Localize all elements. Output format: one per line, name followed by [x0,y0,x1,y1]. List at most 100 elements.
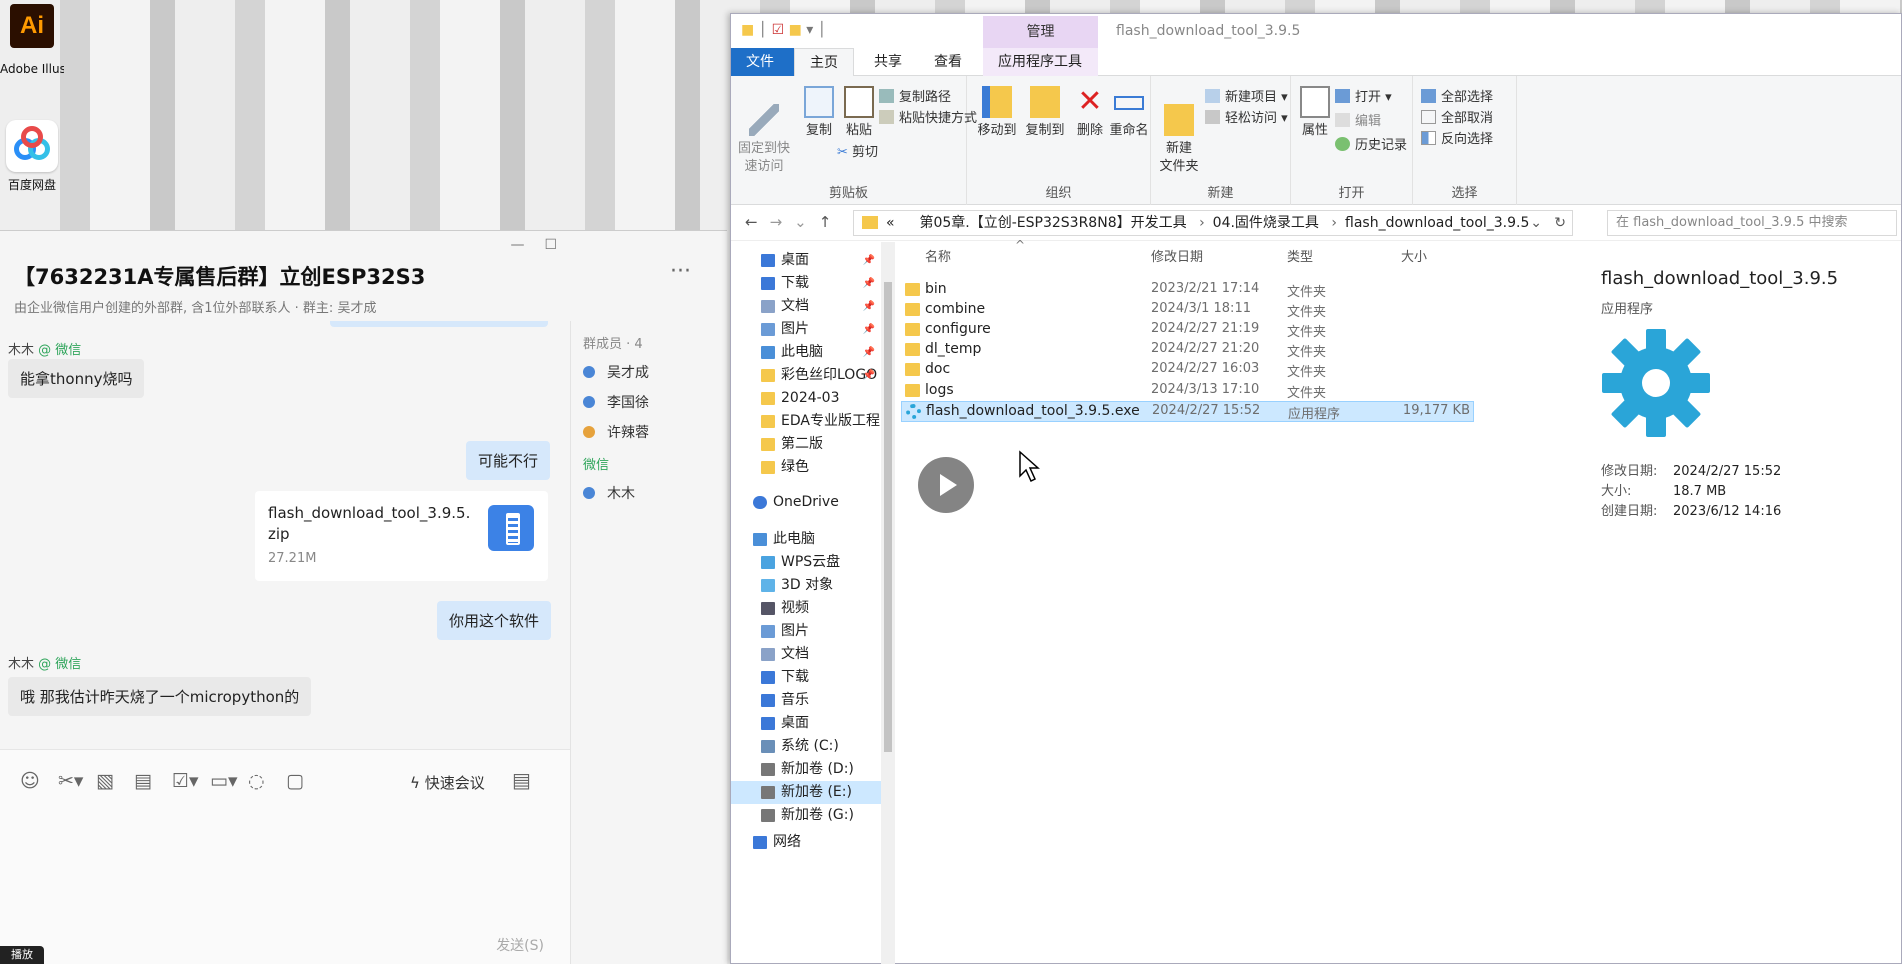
play-label[interactable]: 播放 [0,946,44,964]
nav-quick-access-item[interactable]: 下载 📌 [731,272,881,295]
nav-quick-access-item[interactable]: 此电脑 📌 [731,341,881,364]
breadcrumb-item[interactable]: 第05章.【立创-ESP32S3R8N8】开发工具 [919,215,1186,231]
calendar-icon[interactable]: ☑▾ [172,770,210,792]
search-input[interactable]: 在 flash_download_tool_3.9.5 中搜索 [1607,210,1897,236]
back-arrow-icon[interactable]: ← [745,213,770,231]
copy-path-button[interactable]: 复制路径 [879,86,951,105]
nav-quick-access-item[interactable]: 2024-03 [731,387,881,410]
breadcrumb-overflow[interactable]: « [886,215,895,231]
image-icon[interactable]: ▧ [96,770,134,792]
history-button[interactable]: 历史记录 [1335,134,1407,153]
nav-this-pc-item[interactable]: 新加卷 (G:) [731,804,881,827]
nav-this-pc-item[interactable]: 系统 (C:) [731,735,881,758]
baidu-netdisk-desktop-icon[interactable]: 百度网盘 [0,120,64,193]
open-button[interactable]: 打开 ▾ [1335,86,1392,105]
more-icon[interactable]: ◌ [248,770,286,792]
member-item[interactable]: 李国徐 [583,392,715,412]
nav-scrollbar[interactable] [881,242,895,964]
breadcrumb-item[interactable]: 04.固件烧录工具 [1213,215,1319,231]
nav-this-pc-item[interactable]: WPS云盘 [731,551,881,574]
message-bubble[interactable]: 哦 那我估计昨天烧了一个micropython的 [8,677,312,716]
chat-window-controls[interactable]: —☐ [510,237,577,253]
rename-button[interactable]: 重命名 [1107,86,1151,140]
message-bubble[interactable]: 能拿thonny烧吗 [8,359,145,398]
tab-app-tools[interactable]: 应用程序工具 [983,48,1098,76]
pin-quick-access-button[interactable]: 固定到快 速访问 [735,86,793,176]
nav-this-pc-item[interactable]: 文档 [731,643,881,666]
copy-button[interactable]: 复制 [797,86,841,140]
nav-quick-access-item[interactable]: 桌面 📌 [731,249,881,272]
nav-quick-access-item[interactable]: 文档 📌 [731,295,881,318]
nav-this-pc-item[interactable]: 桌面 [731,712,881,735]
new-folder-button[interactable]: 新建 文件夹 [1157,86,1201,176]
file-attachment-card[interactable]: flash_download_tool_3.9.5.zip 27.21M [255,491,548,581]
illustrator-desktop-icon[interactable]: Ai Adobe Illustrato... [0,4,64,76]
column-name-header[interactable]: 名称 [925,242,951,274]
new-item-button[interactable]: 新建项目 ▾ [1205,86,1288,105]
tab-share[interactable]: 共享 [859,48,917,76]
new-folder-icon[interactable]: ■ [789,22,802,38]
select-none-button[interactable]: 全部取消 [1421,107,1493,126]
breadcrumb-item[interactable]: flash_download_tool_3.9.5 [1345,215,1529,231]
nav-network[interactable]: 网络 [731,831,881,854]
nav-this-pc-item[interactable]: 新加卷 (D:) [731,758,881,781]
document-icon[interactable]: ▤ [134,770,172,792]
nav-this-pc-item[interactable]: 视频 [731,597,881,620]
copy-to-button[interactable]: 复制到 [1023,86,1067,140]
message-bubble[interactable]: 可能不行 [466,441,551,480]
nav-this-pc-item[interactable]: 新加卷 (E:) [731,781,881,804]
history-icon[interactable]: ▤ [512,768,531,792]
nav-this-pc-item[interactable]: 音乐 [731,689,881,712]
nav-quick-access-item[interactable]: 彩色丝印LOGO 📌 [731,364,881,387]
quick-meeting-button[interactable]: ϟ 快速会议 [410,772,485,793]
file-row[interactable]: dl_temp 2024/2/27 21:20 文件夹 [901,340,1474,361]
file-row[interactable]: logs 2024/3/13 17:10 文件夹 [901,381,1474,402]
file-row[interactable]: doc 2024/2/27 16:03 文件夹 [901,360,1474,381]
cut-button[interactable]: ✂ 剪切 [837,141,878,160]
refresh-icon[interactable]: ↻ [1554,211,1566,235]
recent-dropdown-icon[interactable]: ⌄ [794,213,819,231]
move-to-button[interactable]: 移动到 [975,86,1019,140]
send-button[interactable]: 发送(S) [496,935,544,955]
emoji-icon[interactable]: ☺ [20,770,58,792]
paste-button[interactable]: 粘贴 [837,86,881,140]
folder-icon[interactable]: ▭▾ [210,770,248,792]
checkbox-icon[interactable]: ☑ [772,22,785,38]
edit-button[interactable]: 编辑 [1335,110,1381,129]
member-item[interactable]: 吴才成 [583,362,715,382]
member-item[interactable]: 许辣蓉 [583,422,715,442]
manage-context-tab[interactable]: 管理 [983,16,1098,48]
nav-quick-access-item[interactable]: EDA专业版工程 [731,410,881,433]
tab-home[interactable]: 主页 [794,48,854,77]
file-row[interactable]: flash_download_tool_3.9.5.exe 2024/2/27 1… [901,400,1474,422]
member-item[interactable]: 木木 [583,483,715,503]
file-row[interactable]: combine 2024/3/1 18:11 文件夹 [901,300,1474,321]
address-bar[interactable]: « 第05章.【立创-ESP32S3R8N8】开发工具 › 04.固件烧录工具 ›… [853,210,1573,236]
select-all-button[interactable]: 全部选择 [1421,86,1493,105]
message-input-area[interactable]: ☺ ✂▾ ▧ ▤ ☑▾ ▭▾ ◌ ▢ ϟ 快速会议 ▤ 发送(S) [0,749,570,964]
quick-access-toolbar[interactable]: ■ │ ☑ ■ ▾ │ [741,22,826,38]
nav-this-pc-item[interactable]: 图片 [731,620,881,643]
nav-onedrive[interactable]: OneDrive [731,491,881,514]
more-options-icon[interactable]: ··· [670,259,691,284]
column-size-header[interactable]: 大小 [1401,242,1427,274]
comment-icon[interactable]: ▢ [286,770,324,792]
file-row[interactable]: configure 2024/2/27 21:19 文件夹 [901,320,1474,341]
nav-quick-access-item[interactable]: 绿色 [731,456,881,479]
nav-this-pc-item[interactable]: 3D 对象 [731,574,881,597]
paste-shortcut-button[interactable]: 粘贴快捷方式 [879,107,977,126]
video-play-button[interactable] [918,457,974,513]
properties-button[interactable]: 属性 [1295,86,1335,140]
nav-this-pc-item[interactable]: 下载 [731,666,881,689]
scissors-icon[interactable]: ✂▾ [58,770,96,792]
navigation-buttons[interactable]: ←→⌄↑ [745,213,843,231]
file-row[interactable]: bin 2023/2/21 17:14 文件夹 [901,280,1474,301]
chevron-down-icon[interactable]: ⌄ [1530,211,1542,235]
nav-quick-access-item[interactable]: 图片 📌 [731,318,881,341]
nav-this-pc[interactable]: 此电脑 [731,528,881,551]
column-type-header[interactable]: 类型 [1287,242,1313,274]
forward-arrow-icon[interactable]: → [770,213,795,231]
up-arrow-icon[interactable]: ↑ [819,213,844,231]
delete-button[interactable]: ✕ 删除 [1073,86,1107,140]
easy-access-button[interactable]: 轻松访问 ▾ [1205,107,1288,126]
